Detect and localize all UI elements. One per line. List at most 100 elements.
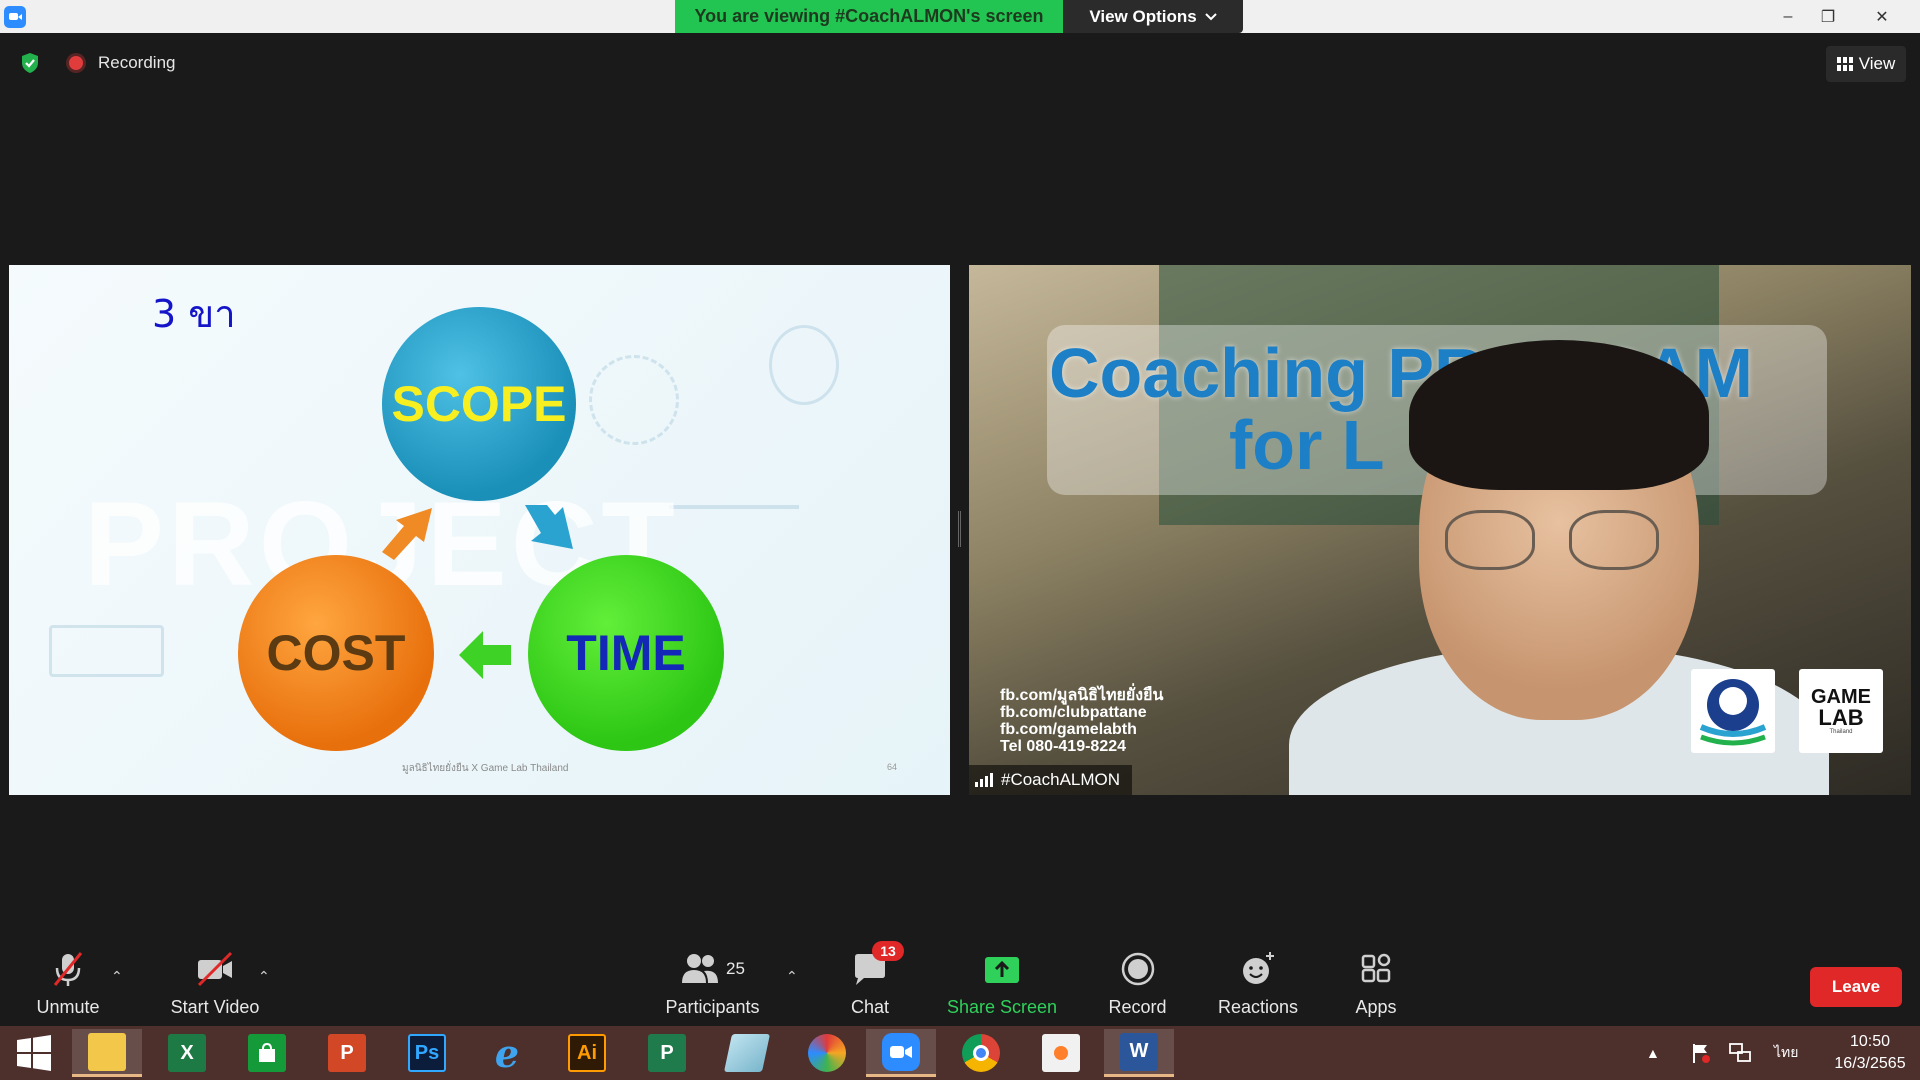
chat-label: Chat: [850, 997, 890, 1017]
participant-name: #CoachALMON: [1001, 770, 1121, 789]
record-label: Record: [1108, 997, 1167, 1017]
scope-label: SCOPE: [391, 376, 567, 432]
video-options-caret-icon[interactable]: ⌃: [258, 968, 270, 985]
network-icon[interactable]: [1728, 1026, 1752, 1080]
share-screen-icon: [985, 957, 1019, 983]
game-lab-logo-sub: Thailand: [1829, 729, 1853, 735]
cost-label: COST: [266, 625, 406, 681]
lightbulb-deco-icon: [769, 325, 839, 405]
game-lab-logo-game: GAME: [1811, 686, 1871, 708]
gear-deco-icon: [589, 355, 679, 445]
restore-button[interactable]: ❐: [1808, 0, 1848, 33]
view-options-button[interactable]: View Options: [1063, 0, 1243, 33]
viewing-screen-banner: You are viewing #CoachALMON's screen: [675, 0, 1063, 33]
glasses-left-icon: [1445, 510, 1535, 570]
program-banner-line2: for L: [1229, 406, 1385, 484]
taskbar-excel[interactable]: X: [152, 1029, 222, 1077]
taskbar-illustrator[interactable]: Ai: [552, 1029, 622, 1077]
taskbar-chrome[interactable]: [946, 1029, 1016, 1077]
green-arrow-icon: [459, 631, 511, 679]
taskbar-word[interactable]: W: [1104, 1029, 1174, 1077]
minimize-button[interactable]: –: [1768, 0, 1808, 33]
word-icon: W: [1120, 1032, 1158, 1071]
cost-circle: COST: [238, 555, 434, 751]
share-screen-button[interactable]: Share Screen: [946, 938, 1058, 1026]
game-lab-logo-lab: LAB: [1818, 705, 1864, 730]
apps-label: Apps: [1355, 997, 1397, 1017]
taskbar-notes[interactable]: [712, 1029, 782, 1077]
slide-footer: มูลนิธิไทยยั่งยืน X Game Lab Thailand: [402, 763, 569, 774]
meeting-area: Recording View PROJECT 3 ขา SCOPE COST T…: [0, 33, 1920, 938]
unmute-button[interactable]: Unmute: [28, 938, 108, 1026]
participants-icon: [682, 954, 719, 983]
contact-info: fb.com/มูลนิธิไทยยั่งยืน fb.com/clubpatt…: [1000, 687, 1163, 755]
close-button[interactable]: ✕: [1862, 0, 1902, 33]
zoom-logo-icon: [4, 6, 26, 28]
view-options-label: View Options: [1089, 6, 1197, 26]
keyboard-deco-icon: [49, 625, 164, 677]
contact-line: fb.com/มูลนิธิไทยยั่งยืน: [1000, 687, 1164, 704]
recording-dot-icon: [69, 56, 83, 70]
ms-project-icon: P: [648, 1034, 686, 1072]
chevron-down-icon: [1204, 12, 1217, 20]
reactions-button[interactable]: Reactions: [1213, 938, 1303, 1026]
taskbar-zoom[interactable]: [866, 1029, 936, 1077]
taskbar-paint[interactable]: [1026, 1029, 1096, 1077]
folder-icon: [88, 1032, 126, 1071]
split-resize-handle[interactable]: [958, 511, 961, 547]
taskbar-photoscape[interactable]: [792, 1029, 862, 1077]
shield-icon[interactable]: [20, 52, 40, 74]
action-center-flag-icon[interactable]: [1690, 1026, 1712, 1080]
apps-button[interactable]: Apps: [1346, 938, 1406, 1026]
record-button[interactable]: Record: [1100, 938, 1175, 1026]
record-icon: [1121, 952, 1154, 986]
paint-icon: [1042, 1034, 1080, 1072]
taskbar-internet-explorer[interactable]: e: [472, 1029, 542, 1077]
start-button[interactable]: [0, 1029, 68, 1077]
start-video-button[interactable]: Start Video: [160, 938, 270, 1026]
tray-overflow-icon[interactable]: ▲: [1646, 1026, 1660, 1080]
taskbar-powerpoint[interactable]: P: [312, 1029, 382, 1077]
taskbar-file-explorer[interactable]: [72, 1029, 142, 1077]
video-camera-off-icon: [197, 951, 233, 987]
photoscape-icon: [808, 1034, 846, 1072]
view-button[interactable]: View: [1826, 46, 1906, 82]
powerpoint-icon: P: [328, 1034, 366, 1072]
participants-button[interactable]: 25 Participants: [660, 938, 765, 1026]
apps-icon: [1361, 953, 1391, 983]
view-label: View: [1858, 54, 1896, 73]
photoshop-icon: Ps: [408, 1034, 446, 1072]
participant-video-tile[interactable]: Coaching PROGRAM for L fb.com/มูลนิธิไทย…: [969, 265, 1911, 795]
audio-options-caret-icon[interactable]: ⌃: [111, 968, 123, 985]
contact-line: fb.com/clubpattane: [1000, 704, 1147, 721]
time-circle: TIME: [528, 555, 724, 751]
start-video-label: Start Video: [170, 997, 260, 1017]
language-indicator[interactable]: ไทย: [1774, 1026, 1798, 1080]
taskbar-photoshop[interactable]: Ps: [392, 1029, 462, 1077]
store-bag-icon: [248, 1034, 286, 1072]
person-hair: [1409, 340, 1709, 490]
signal-strength-icon: [975, 773, 993, 787]
shared-screen-tile[interactable]: PROJECT 3 ขา SCOPE COST TIME มูลนิธิไทยย…: [9, 265, 950, 795]
meeting-toolbar: Unmute ⌃ Start Video ⌃ 25 Participants ⌃: [0, 938, 1920, 1026]
slide-page-number: 64: [887, 762, 898, 772]
glasses-right-icon: [1569, 510, 1659, 570]
line-deco: [669, 505, 799, 509]
participants-options-caret-icon[interactable]: ⌃: [786, 968, 798, 985]
windows-logo-icon: [17, 1035, 51, 1071]
taskbar-clock[interactable]: 10:50 16/3/2565: [1830, 1031, 1910, 1075]
taskbar-project[interactable]: P: [632, 1029, 702, 1077]
foundation-logo: [1691, 669, 1775, 753]
reactions-label: Reactions: [1217, 997, 1299, 1017]
chat-button[interactable]: 13 Chat: [840, 938, 904, 1026]
taskbar-store[interactable]: [232, 1029, 302, 1077]
microphone-muted-icon: [53, 952, 83, 986]
contact-line: fb.com/gamelabth: [1000, 721, 1137, 738]
windows-taskbar: X P Ps e Ai P W ▲ ไทย 10:50 16/3/2565: [0, 1026, 1920, 1080]
clock-time: 10:50: [1849, 1033, 1891, 1050]
participant-name-tag: #CoachALMON: [969, 765, 1133, 795]
leave-button[interactable]: Leave: [1810, 967, 1902, 1007]
time-label: TIME: [566, 625, 686, 681]
recording-label[interactable]: Recording: [98, 53, 176, 73]
slide-title: 3 ขา: [152, 292, 236, 336]
